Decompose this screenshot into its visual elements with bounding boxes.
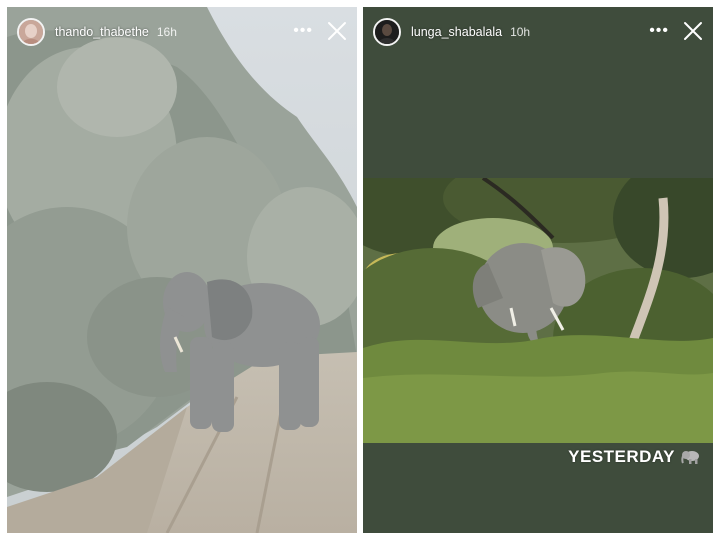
avatar-image: [375, 20, 399, 44]
avatar[interactable]: [17, 18, 45, 46]
close-icon[interactable]: [325, 19, 349, 43]
story-panel-left[interactable]: thando_thabethe 16h •••: [7, 7, 357, 533]
story-header: thando_thabethe 16h •••: [7, 7, 357, 57]
timestamp: 10h: [510, 25, 531, 39]
close-icon[interactable]: [681, 19, 705, 43]
avatar-image: [19, 20, 43, 44]
username[interactable]: lunga_shabalala: [411, 25, 502, 39]
elephant-photo-right: [363, 178, 713, 443]
username[interactable]: thando_thabethe: [55, 25, 149, 39]
elephant-emoji-icon: [681, 451, 699, 464]
story-panel-right[interactable]: lunga_shabalala 10h ••• YESTERDAY: [363, 7, 713, 533]
timestamp: 16h: [156, 25, 177, 39]
caption-text: YESTERDAY: [568, 447, 675, 466]
story-caption: YESTERDAY: [568, 447, 701, 467]
more-options-icon[interactable]: •••: [649, 23, 669, 39]
elephant-photo-left: [7, 7, 357, 533]
avatar[interactable]: [373, 18, 401, 46]
story-header: lunga_shabalala 10h •••: [363, 7, 713, 57]
more-options-icon[interactable]: •••: [293, 23, 313, 39]
